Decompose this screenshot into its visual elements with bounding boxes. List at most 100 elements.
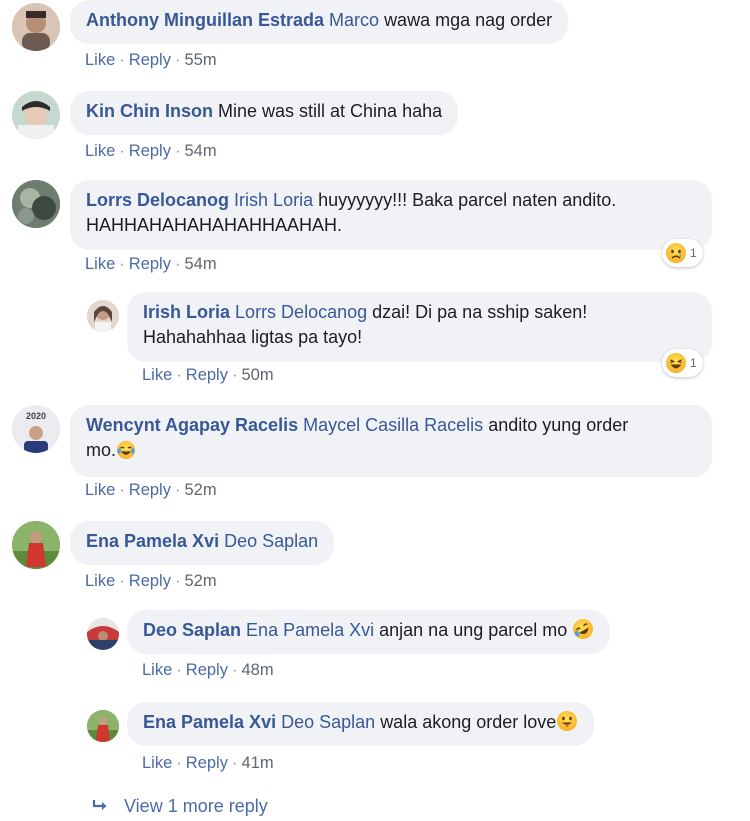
timestamp[interactable]: 52m xyxy=(184,481,216,499)
reply-link[interactable]: Reply xyxy=(186,366,228,384)
comment-text: wala akong order love xyxy=(380,712,557,732)
tongue-out-emoji-icon xyxy=(557,711,578,731)
separator-dot: · xyxy=(174,142,181,160)
reply-link[interactable]: Reply xyxy=(129,481,171,499)
comment-author[interactable]: Deo Saplan xyxy=(143,620,241,640)
timestamp[interactable]: 54m xyxy=(184,142,216,160)
separator-dot: · xyxy=(174,481,181,499)
comment-text: wawa mga nag order xyxy=(384,10,553,30)
comment-author[interactable]: Anthony Minguillan Estrada xyxy=(86,10,324,30)
reaction-badge[interactable]: 1 xyxy=(662,239,703,267)
reply-link[interactable]: Reply xyxy=(129,51,171,69)
separator-dot: · xyxy=(174,51,181,69)
avatar[interactable] xyxy=(12,91,60,139)
like-link[interactable]: Like xyxy=(142,661,172,679)
comment-bubble: Kin Chin Inson Mine was still at China h… xyxy=(70,91,459,135)
like-link[interactable]: Like xyxy=(85,572,115,590)
reply-link[interactable]: Reply xyxy=(129,255,171,273)
comment-bubble: Deo Saplan Ena Pamela Xvi anjan na ung p… xyxy=(127,610,611,654)
comment-bubble: Lorrs Delocanog Irish Loria huyyyyyy!!! … xyxy=(70,180,712,250)
avatar[interactable]: 2020 xyxy=(12,405,60,453)
comment-actions: Like · Reply · 52m xyxy=(85,572,217,591)
comment-bubble: Ena Pamela Xvi Deo Saplan xyxy=(70,521,335,565)
avatar[interactable] xyxy=(87,618,119,650)
timestamp[interactable]: 54m xyxy=(184,255,216,273)
avatar[interactable] xyxy=(12,521,60,569)
mention-link[interactable]: Irish Loria xyxy=(234,190,313,210)
comment-actions: Like · Reply · 50m xyxy=(142,366,274,385)
comment-actions: Like · Reply · 54m xyxy=(85,255,217,274)
like-link[interactable]: Like xyxy=(85,481,115,499)
separator-dot: · xyxy=(119,51,125,69)
comment-actions: Like · Reply · 54m xyxy=(85,142,217,161)
timestamp[interactable]: 55m xyxy=(184,51,216,69)
comment-bubble: Irish Loria Lorrs Delocanog dzai! Di pa … xyxy=(127,292,712,362)
comment-text-continued: Hahahahhaa ligtas pa tayo! xyxy=(143,327,363,347)
view-more-replies-link[interactable]: View 1 more reply xyxy=(92,796,268,817)
comment-text-continued: mo. xyxy=(86,440,117,460)
comment-text: dzai! Di pa na sship saken! xyxy=(372,302,588,322)
comment-author[interactable]: Kin Chin Inson xyxy=(86,101,213,121)
separator-dot: · xyxy=(119,255,125,273)
view-more-label: View 1 more reply xyxy=(124,796,268,816)
comment-author[interactable]: Ena Pamela Xvi xyxy=(86,531,219,551)
rolling-laughing-emoji-icon xyxy=(573,619,594,639)
comment-text: Mine was still at China haha xyxy=(218,101,443,121)
separator-dot: · xyxy=(231,661,238,679)
svg-text:2020: 2020 xyxy=(26,411,46,421)
reaction-count: 1 xyxy=(690,356,697,370)
reply-arrow-icon xyxy=(92,800,107,810)
mention-link[interactable]: Marco xyxy=(329,10,379,30)
comment-author[interactable]: Wencynt Agapay Racelis xyxy=(86,415,298,435)
comment-text: huyyyyyy!!! Baka parcel naten andito. xyxy=(318,190,617,210)
comment-author[interactable]: Lorrs Delocanog xyxy=(86,190,229,210)
separator-dot: · xyxy=(119,142,125,160)
reaction-count: 1 xyxy=(690,246,697,260)
timestamp[interactable]: 52m xyxy=(184,572,216,590)
comment-actions: Like · Reply · 41m xyxy=(142,754,274,773)
mention-link[interactable]: Deo Saplan xyxy=(281,712,375,732)
like-link[interactable]: Like xyxy=(85,142,115,160)
like-link[interactable]: Like xyxy=(142,366,172,384)
separator-dot: · xyxy=(176,754,182,772)
separator-dot: · xyxy=(231,366,238,384)
separator-dot: · xyxy=(174,255,181,273)
separator-dot: · xyxy=(176,661,182,679)
comment-text: anjan na ung parcel mo xyxy=(379,620,568,640)
comment-actions: Like · Reply · 55m xyxy=(85,51,217,70)
timestamp[interactable]: 41m xyxy=(241,754,273,772)
like-link[interactable]: Like xyxy=(85,51,115,69)
separator-dot: · xyxy=(231,754,238,772)
sad-emoji-icon xyxy=(666,243,686,263)
separator-dot: · xyxy=(119,572,125,590)
separator-dot: · xyxy=(174,572,181,590)
comment-text: andito yung order xyxy=(488,415,629,435)
timestamp[interactable]: 48m xyxy=(241,661,273,679)
mention-link[interactable]: Maycel Casilla Racelis xyxy=(303,415,483,435)
comment-author[interactable]: Irish Loria xyxy=(143,302,230,322)
comment-bubble: Ena Pamela Xvi Deo Saplan wala akong ord… xyxy=(127,702,595,746)
reply-link[interactable]: Reply xyxy=(186,754,228,772)
comment-text-continued: HAHHAHAHAHAHAHHAAHAH. xyxy=(86,215,343,235)
avatar[interactable] xyxy=(12,180,60,228)
haha-emoji-icon xyxy=(666,353,686,373)
comment-bubble: Wencynt Agapay Racelis Maycel Casilla Ra… xyxy=(70,405,712,477)
reaction-badge[interactable]: 1 xyxy=(662,349,703,377)
tears-of-joy-emoji-icon xyxy=(116,440,136,460)
like-link[interactable]: Like xyxy=(85,255,115,273)
comment-author[interactable]: Ena Pamela Xvi xyxy=(143,712,276,732)
avatar[interactable] xyxy=(12,3,60,51)
comment-actions: Like · Reply · 52m xyxy=(85,481,217,500)
avatar[interactable] xyxy=(87,300,119,332)
like-link[interactable]: Like xyxy=(142,754,172,772)
reply-link[interactable]: Reply xyxy=(129,142,171,160)
separator-dot: · xyxy=(176,366,182,384)
mention-link[interactable]: Lorrs Delocanog xyxy=(235,302,367,322)
mention-link[interactable]: Deo Saplan xyxy=(224,531,318,551)
timestamp[interactable]: 50m xyxy=(241,366,273,384)
reply-link[interactable]: Reply xyxy=(186,661,228,679)
avatar[interactable] xyxy=(87,710,119,742)
comment-bubble: Anthony Minguillan Estrada Marco wawa mg… xyxy=(70,0,569,44)
reply-link[interactable]: Reply xyxy=(129,572,171,590)
mention-link[interactable]: Ena Pamela Xvi xyxy=(246,620,374,640)
